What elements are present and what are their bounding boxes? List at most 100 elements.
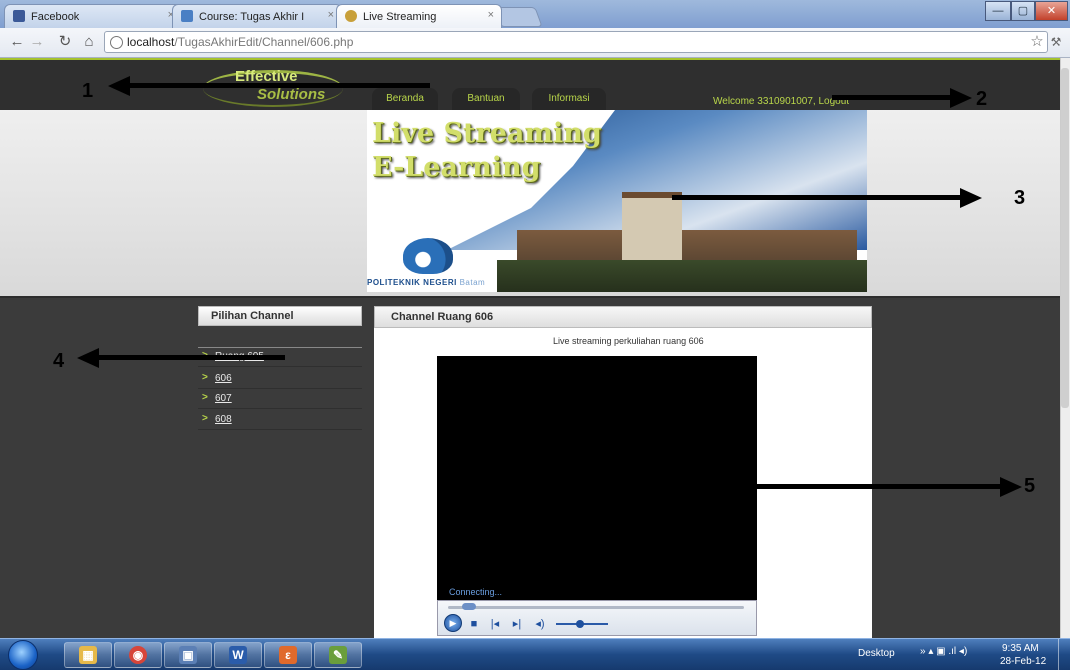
chevron-right-icon: > <box>202 413 208 424</box>
player-controls: ▶ ■ |◂ ▸| ◂) <box>437 600 757 636</box>
institution-name: POLITEKNIK NEGERI Batam <box>367 278 485 287</box>
page-icon <box>345 10 357 22</box>
channel-link[interactable]: 608 <box>215 414 232 425</box>
vm-icon: ▣ <box>179 646 197 664</box>
channel-item-606[interactable]: > 606 <box>198 371 362 389</box>
url-path: /TugasAkhirEdit/Channel/606.php <box>174 35 354 49</box>
folder-icon: ▦ <box>79 646 97 664</box>
volume-handle[interactable] <box>576 620 584 628</box>
channel-content: Live streaming perkuliahan ruang 606 Con… <box>374 328 872 638</box>
logo-text-line2: Solutions <box>257 86 326 103</box>
annotation-number-3: 3 <box>1014 187 1026 209</box>
nav-beranda[interactable]: Beranda <box>372 88 438 110</box>
start-button[interactable] <box>8 640 38 670</box>
annotation-arrow-3 <box>960 188 982 208</box>
banner-title-line1: Live Streaming <box>372 118 602 149</box>
desktop-toolbar-label[interactable]: Desktop <box>858 648 895 659</box>
institution-name-suffix: Batam <box>459 278 486 287</box>
channel-link[interactable]: 607 <box>215 393 232 404</box>
player-status: Connecting... <box>449 587 503 597</box>
channel-item-608[interactable]: > 608 <box>198 412 362 430</box>
tab-label: Course: Tugas Akhir I / IF-3 <box>199 11 307 23</box>
maximize-button[interactable]: ▢ <box>1011 1 1035 21</box>
nav-informasi[interactable]: Informasi <box>532 88 606 110</box>
xampp-icon: ε <box>279 646 297 664</box>
annotation-arrow-3-shaft <box>672 195 962 200</box>
taskbar-chrome[interactable]: ◉ <box>114 642 162 668</box>
welcome-logout-link[interactable]: Welcome 3310901007, Logout <box>713 96 849 107</box>
minimize-button[interactable]: — <box>985 1 1011 21</box>
clock-time[interactable]: 9:35 AM <box>1002 643 1039 654</box>
url-host: localhost <box>127 35 175 49</box>
stream-caption: Live streaming perkuliahan ruang 606 <box>553 336 704 346</box>
notepad-icon: ✎ <box>329 646 347 664</box>
annotation-arrow-1 <box>108 76 130 96</box>
annotation-arrow-2 <box>950 88 972 108</box>
annotation-arrow-1-shaft <box>128 83 430 88</box>
back-icon[interactable]: ← <box>8 33 26 51</box>
annotation-arrow-5-shaft <box>757 484 1001 489</box>
chevron-right-icon: > <box>202 372 208 383</box>
close-icon[interactable]: × <box>488 9 494 21</box>
taskbar-explorer[interactable]: ▦ <box>64 642 112 668</box>
annotation-arrow-4 <box>77 348 99 368</box>
reload-icon[interactable]: ↻ <box>56 33 74 51</box>
taskbar-xampp[interactable]: ε <box>264 642 312 668</box>
tab-course[interactable]: Course: Tugas Akhir I / IF-3 × <box>172 4 342 28</box>
seek-handle[interactable] <box>462 603 476 610</box>
annotation-number-2: 2 <box>976 88 988 110</box>
channel-link[interactable]: 606 <box>215 373 232 384</box>
facebook-icon <box>13 10 25 22</box>
url-text: localhost/TugasAkhirEdit/Channel/606.php <box>127 35 353 49</box>
next-icon[interactable]: ▸| <box>510 616 524 632</box>
channel-title: Channel Ruang 606 <box>374 306 872 328</box>
annotation-arrow-4-shaft <box>97 355 285 360</box>
close-window-button[interactable]: ✕ <box>1035 1 1068 21</box>
address-bar[interactable]: localhost/TugasAkhirEdit/Channel/606.php <box>104 31 1048 53</box>
channel-list-title: Pilihan Channel <box>198 306 362 326</box>
divider <box>198 347 362 348</box>
annotation-number-4: 4 <box>53 350 65 372</box>
campus-tower <box>622 192 682 268</box>
video-player[interactable]: Connecting... <box>437 356 757 608</box>
tab-live-streaming[interactable]: Live Streaming × <box>336 4 502 28</box>
scrollbar-thumb[interactable] <box>1061 68 1069 408</box>
globe-icon <box>110 36 123 49</box>
tab-facebook[interactable]: Facebook × <box>4 4 182 28</box>
annotation-number-1: 1 <box>82 80 94 102</box>
banner: Live Streaming E-Learning POLITEKNIK NEG… <box>0 110 1060 298</box>
annotation-number-5: 5 <box>1024 475 1036 497</box>
windows-taskbar: ▦ ◉ ▣ W ε ✎ Desktop » ▴ ▣ .ıl ◂) 9:35 AM… <box>0 638 1070 670</box>
banner-title-line2: E-Learning <box>372 152 541 183</box>
system-tray-icons[interactable]: » ▴ ▣ .ıl ◂) <box>920 646 967 657</box>
tab-label: Live Streaming <box>363 11 437 23</box>
taskbar-word[interactable]: W <box>214 642 262 668</box>
seek-bar[interactable] <box>448 606 744 609</box>
forward-icon[interactable]: → <box>28 33 46 51</box>
taskbar-notepad[interactable]: ✎ <box>314 642 362 668</box>
annotation-arrow-5 <box>1000 477 1022 497</box>
close-icon[interactable]: × <box>328 9 334 21</box>
tab-label: Facebook <box>31 11 80 23</box>
previous-icon[interactable]: |◂ <box>488 616 502 632</box>
chrome-icon: ◉ <box>129 646 147 664</box>
clock-date[interactable]: 28-Feb-12 <box>1000 656 1046 667</box>
volume-icon[interactable]: ◂) <box>532 616 548 632</box>
page-viewport: Effective Solutions Beranda Bantuan Info… <box>0 58 1060 638</box>
play-icon[interactable]: ▶ <box>444 614 462 632</box>
star-icon[interactable]: ☆ <box>1028 33 1046 51</box>
browser-tab-bar: Facebook × Course: Tugas Akhir I / IF-3 … <box>0 0 1070 28</box>
show-desktop-button[interactable] <box>1058 639 1070 670</box>
channel-item-607[interactable]: > 607 <box>198 391 362 409</box>
taskbar-vm[interactable]: ▣ <box>164 642 212 668</box>
word-icon: W <box>229 646 247 664</box>
home-icon[interactable]: ⌂ <box>80 33 98 51</box>
browser-toolbar: ← → ↻ ⌂ localhost/TugasAkhirEdit/Channel… <box>0 28 1070 58</box>
institution-name-main: POLITEKNIK NEGERI <box>367 278 457 287</box>
polytechnic-logo <box>403 238 453 274</box>
stop-icon[interactable]: ■ <box>468 616 480 632</box>
nav-bantuan[interactable]: Bantuan <box>452 88 520 110</box>
chevron-right-icon: > <box>202 392 208 403</box>
wrench-icon[interactable]: ⚒ <box>1047 33 1065 51</box>
campus-trees <box>497 260 867 292</box>
